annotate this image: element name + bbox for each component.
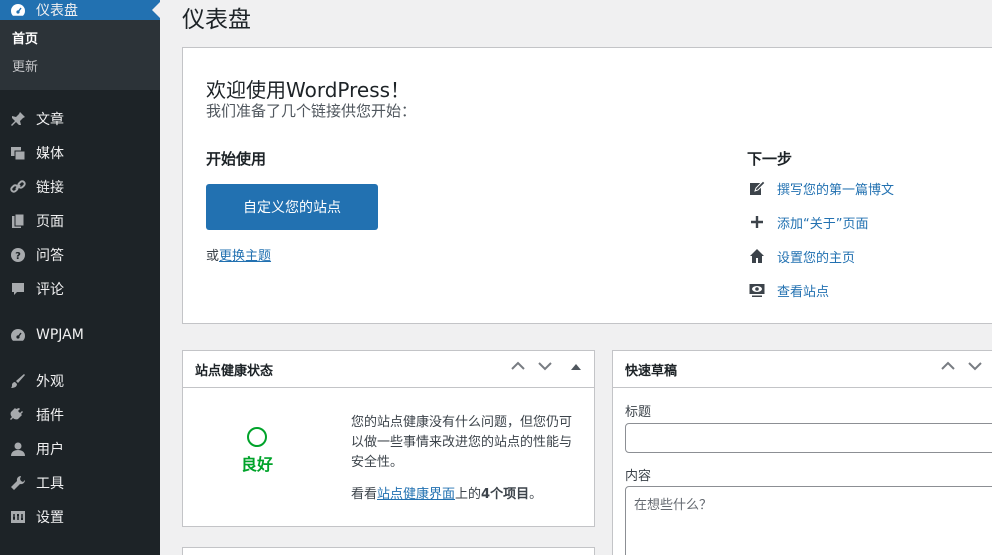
gauge-icon — [8, 325, 28, 345]
sidebar-item-comments[interactable]: 评论 — [0, 272, 160, 306]
health-status-ring-icon — [247, 427, 267, 447]
sidebar-item-dashboard[interactable]: 仪表盘 — [0, 0, 160, 20]
admin-sidebar: 仪表盘 首页 更新 文章 媒体 链接 页面 ? 问答 评论 WPJAM 外观 插… — [0, 0, 160, 555]
change-theme-link[interactable]: 更换主题 — [219, 249, 271, 264]
customize-site-button[interactable]: 自定义您的站点 — [206, 184, 378, 230]
next-step-homepage: 设置您的主页 — [747, 246, 855, 266]
plus-icon — [747, 212, 767, 232]
sidebar-item-label: 插件 — [36, 408, 64, 424]
change-theme-line: 或更换主题 — [206, 245, 271, 264]
view-icon — [747, 280, 767, 300]
sidebar-item-settings[interactable]: 设置 — [0, 500, 160, 534]
view-site-link[interactable]: 查看站点 — [777, 281, 829, 300]
health-items-prefix: 看看 — [351, 487, 378, 502]
sidebar-item-label: 仪表盘 — [36, 3, 78, 19]
health-status-label: 良好 — [241, 455, 274, 474]
draft-content-label: 内容 — [625, 469, 652, 484]
site-health-screen-link[interactable]: 站点健康界面 — [377, 487, 455, 502]
gauge-icon — [8, 0, 28, 20]
welcome-panel: 欢迎使用WordPress！ 我们准备了几个链接供您开始： 开始使用 自定义您的… — [182, 47, 992, 324]
submenu-home[interactable]: 首页 — [0, 26, 160, 54]
wrench-icon — [8, 473, 28, 493]
sidebar-item-label: WPJAM — [36, 327, 84, 343]
page-icon — [8, 211, 28, 231]
quick-draft-title: 快速草稿 — [625, 363, 678, 379]
sidebar-item-label: 外观 — [36, 374, 64, 390]
welcome-about: 我们准备了几个链接供您开始： — [206, 102, 417, 120]
move-down-icon[interactable] — [968, 360, 982, 375]
move-up-icon[interactable] — [511, 360, 525, 375]
set-homepage-link[interactable]: 设置您的主页 — [777, 247, 855, 266]
sidebar-item-label: 链接 — [36, 180, 64, 196]
site-health-title: 站点健康状态 — [195, 363, 274, 379]
sidebar-item-media[interactable]: 媒体 — [0, 136, 160, 170]
edit-icon — [747, 178, 767, 198]
quick-draft-widget: 快速草稿 标题 内容 在想些什么？ — [612, 350, 992, 555]
media-icon — [8, 143, 28, 163]
page-title: 仪表盘 — [182, 7, 251, 33]
add-about-page-link[interactable]: 添加“关于”页面 — [777, 213, 868, 232]
submenu-updates[interactable]: 更新 — [0, 54, 160, 82]
sidebar-item-plugins[interactable]: 插件 — [0, 398, 160, 432]
sidebar-item-label: 工具 — [36, 476, 64, 492]
quick-draft-header: 快速草稿 — [613, 351, 992, 388]
draft-content-textarea[interactable]: 在想些什么？ — [625, 486, 992, 555]
sidebar-item-users[interactable]: 用户 — [0, 432, 160, 466]
collapse-toggle-icon[interactable] — [571, 360, 581, 375]
sidebar-item-label: 页面 — [36, 214, 64, 230]
pin-icon — [8, 109, 28, 129]
health-items-line: 看看站点健康界面上的4个项目。 — [351, 483, 542, 502]
sidebar-item-links[interactable]: 链接 — [0, 170, 160, 204]
health-items-middle: 上的 — [455, 487, 482, 502]
welcome-title: 欢迎使用WordPress！ — [206, 78, 411, 102]
site-health-widget: 站点健康状态 良好 您的站点健康没有什么问题，但您仍可以做一些事情来改进您的站点… — [182, 350, 595, 527]
sidebar-item-label: 问答 — [36, 248, 64, 264]
next-step-write-post: 撰写您的第一篇博文 — [747, 178, 894, 198]
get-started-heading: 开始使用 — [206, 150, 267, 168]
svg-text:?: ? — [15, 251, 21, 262]
sidebar-item-pages[interactable]: 页面 — [0, 204, 160, 238]
sidebar-item-label: 评论 — [36, 282, 64, 298]
settings-icon — [8, 507, 28, 527]
sidebar-item-label: 设置 — [36, 510, 64, 526]
comment-icon — [8, 279, 28, 299]
move-down-icon[interactable] — [538, 360, 552, 375]
plugin-icon — [8, 405, 28, 425]
help-icon: ? — [8, 245, 28, 265]
health-items-count: 4个项目 — [481, 487, 530, 502]
health-items-suffix: 。 — [529, 487, 543, 502]
write-post-link[interactable]: 撰写您的第一篇博文 — [777, 179, 894, 198]
sidebar-item-qa[interactable]: ? 问答 — [0, 238, 160, 272]
sidebar-item-posts[interactable]: 文章 — [0, 102, 160, 136]
move-up-icon[interactable] — [941, 360, 955, 375]
draft-title-input[interactable] — [625, 423, 992, 453]
theme-prefix: 或 — [206, 249, 220, 264]
health-description: 您的站点健康没有什么问题，但您仍可以做一些事情来改进您的站点的性能与安全性。 — [351, 415, 573, 470]
next-steps-heading: 下一步 — [747, 150, 793, 168]
brush-icon — [8, 371, 28, 391]
sidebar-item-label: 文章 — [36, 112, 64, 128]
sidebar-item-wpjam[interactable]: WPJAM — [0, 318, 160, 352]
next-step-add-about: 添加“关于”页面 — [747, 212, 868, 232]
sidebar-item-appearance[interactable]: 外观 — [0, 364, 160, 398]
user-icon — [8, 439, 28, 459]
draft-title-label: 标题 — [625, 405, 652, 420]
dashboard-widget-partial — [182, 547, 595, 555]
next-step-view-site: 查看站点 — [747, 280, 829, 300]
site-health-header: 站点健康状态 — [183, 351, 594, 388]
dashboard-submenu: 首页 更新 — [0, 20, 160, 90]
sidebar-item-label: 媒体 — [36, 146, 64, 162]
home-icon — [747, 246, 767, 266]
sidebar-item-label: 用户 — [36, 442, 64, 458]
link-icon — [8, 177, 28, 197]
sidebar-item-tools[interactable]: 工具 — [0, 466, 160, 500]
